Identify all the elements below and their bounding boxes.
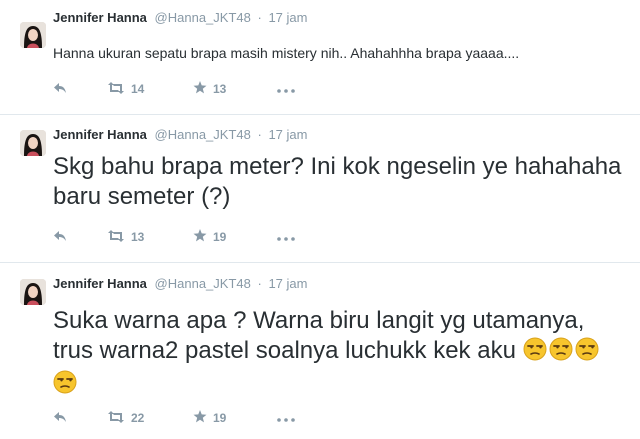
tweet-text: Suka warna apa ? Warna biru langit yg ut… <box>53 306 623 402</box>
tweet-text: Hanna ukuran sepatu brapa masih mistery … <box>53 45 520 61</box>
author-name[interactable]: Jennifer Hanna <box>53 10 147 25</box>
star-icon <box>193 410 207 426</box>
avatar[interactable] <box>20 130 46 156</box>
unamused-face-emoji <box>523 337 547 369</box>
tweet-timeline: Jennifer Hanna @Hanna_JKT48 · 17 jam Han… <box>0 0 640 439</box>
retweet-button[interactable]: 14 <box>107 80 144 98</box>
unamused-face-emoji <box>549 337 573 369</box>
separator: · <box>257 127 262 142</box>
tweet-header: Jennifer Hanna @Hanna_JKT48 · 17 jam <box>53 276 307 292</box>
more-dots-icon <box>277 411 295 425</box>
favorite-count: 19 <box>213 230 227 244</box>
author-handle[interactable]: @Hanna_JKT48 <box>155 127 251 142</box>
unamused-face-emoji <box>53 370 77 402</box>
tweet-actions: 22 19 <box>53 409 353 427</box>
author-name[interactable]: Jennifer Hanna <box>53 276 147 291</box>
retweet-icon <box>107 229 125 245</box>
unamused-face-emoji <box>575 337 599 369</box>
reply-icon <box>53 82 67 97</box>
tweet: Jennifer Hanna @Hanna_JKT48 · 17 jam Han… <box>0 0 640 115</box>
retweet-count: 14 <box>131 82 145 96</box>
separator: · <box>257 10 262 25</box>
retweet-count: 13 <box>131 230 145 244</box>
tweet-header: Jennifer Hanna @Hanna_JKT48 · 17 jam <box>53 10 307 26</box>
reply-icon <box>53 411 67 426</box>
retweet-button[interactable]: 22 <box>107 409 144 427</box>
reply-button[interactable] <box>53 80 67 98</box>
avatar[interactable] <box>20 22 46 48</box>
favorite-button[interactable]: 13 <box>193 80 226 98</box>
timestamp[interactable]: 17 jam <box>268 276 307 291</box>
star-icon <box>193 81 207 97</box>
reply-button[interactable] <box>53 228 67 246</box>
favorite-button[interactable]: 19 <box>193 228 226 246</box>
timestamp[interactable]: 17 jam <box>268 127 307 142</box>
retweet-icon <box>107 410 125 426</box>
favorite-button[interactable]: 19 <box>193 409 226 427</box>
favorite-count: 13 <box>213 82 227 96</box>
tweet-text: Skg bahu brapa meter? Ini kok ngeselin y… <box>53 153 622 210</box>
more-button[interactable] <box>277 409 295 427</box>
author-name[interactable]: Jennifer Hanna <box>53 127 147 142</box>
more-button[interactable] <box>277 80 295 98</box>
reply-button[interactable] <box>53 409 67 427</box>
author-handle[interactable]: @Hanna_JKT48 <box>155 276 251 291</box>
retweet-icon <box>107 81 125 97</box>
tweet: Jennifer Hanna @Hanna_JKT48 · 17 jam Suk… <box>0 263 640 439</box>
tweet: Jennifer Hanna @Hanna_JKT48 · 17 jam Skg… <box>0 115 640 263</box>
avatar[interactable] <box>20 279 46 305</box>
favorite-count: 19 <box>213 411 227 425</box>
timestamp[interactable]: 17 jam <box>268 10 307 25</box>
more-button[interactable] <box>277 228 295 246</box>
more-dots-icon <box>277 82 295 96</box>
star-icon <box>193 229 207 245</box>
tweet-text-content: Suka warna apa ? Warna biru langit yg ut… <box>53 307 585 364</box>
retweet-button[interactable]: 13 <box>107 228 144 246</box>
reply-icon <box>53 230 67 245</box>
author-handle[interactable]: @Hanna_JKT48 <box>155 10 251 25</box>
separator: · <box>257 276 262 291</box>
tweet-header: Jennifer Hanna @Hanna_JKT48 · 17 jam <box>53 127 307 143</box>
tweet-actions: 13 19 <box>53 228 353 246</box>
tweet-actions: 14 13 <box>53 80 353 98</box>
retweet-count: 22 <box>131 411 145 425</box>
more-dots-icon <box>277 230 295 244</box>
